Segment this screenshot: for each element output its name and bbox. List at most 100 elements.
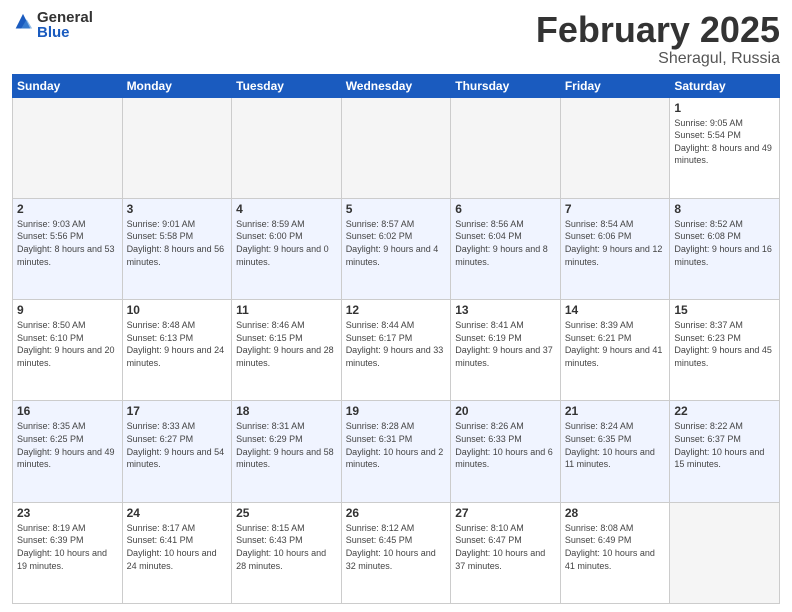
day-number: 25 bbox=[236, 506, 337, 520]
day-number: 13 bbox=[455, 303, 556, 317]
title-block: February 2025 Sheragul, Russia bbox=[536, 10, 780, 68]
col-saturday: Saturday bbox=[670, 74, 780, 97]
day-info: Sunrise: 8:22 AM Sunset: 6:37 PM Dayligh… bbox=[674, 420, 775, 470]
day-number: 16 bbox=[17, 404, 118, 418]
table-row: 24 Sunrise: 8:17 AM Sunset: 6:41 PM Dayli… bbox=[122, 502, 232, 603]
table-row: 1 Sunrise: 9:05 AM Sunset: 5:54 PM Daylig… bbox=[670, 97, 780, 198]
day-info: Sunrise: 8:15 AM Sunset: 6:43 PM Dayligh… bbox=[236, 522, 337, 572]
day-info: Sunrise: 9:01 AM Sunset: 5:58 PM Dayligh… bbox=[127, 218, 228, 268]
calendar-week-row: 23Sunrise: 8:19 AM Sunset: 6:39 PM Dayli… bbox=[13, 502, 780, 603]
day-info: Sunrise: 9:03 AM Sunset: 5:56 PM Dayligh… bbox=[17, 218, 118, 268]
logo-general-text: General bbox=[37, 10, 93, 25]
day-info: Sunrise: 8:28 AM Sunset: 6:31 PM Dayligh… bbox=[346, 420, 447, 470]
day-info: Sunrise: 8:24 AM Sunset: 6:35 PM Dayligh… bbox=[565, 420, 666, 470]
col-sunday: Sunday bbox=[13, 74, 123, 97]
day-number: 5 bbox=[346, 202, 447, 216]
day-number: 21 bbox=[565, 404, 666, 418]
day-info: Sunrise: 8:41 AM Sunset: 6:19 PM Dayligh… bbox=[455, 319, 556, 369]
day-number: 12 bbox=[346, 303, 447, 317]
day-info: Sunrise: 8:08 AM Sunset: 6:49 PM Dayligh… bbox=[565, 522, 666, 572]
table-row: 11Sunrise: 8:46 AM Sunset: 6:15 PM Dayli… bbox=[232, 300, 342, 401]
logo-blue-text: Blue bbox=[37, 25, 93, 40]
day-number: 6 bbox=[455, 202, 556, 216]
day-info: Sunrise: 8:48 AM Sunset: 6:13 PM Dayligh… bbox=[127, 319, 228, 369]
day-number: 20 bbox=[455, 404, 556, 418]
table-row: 28 Sunrise: 8:08 AM Sunset: 6:49 PM Dayli… bbox=[560, 502, 670, 603]
table-row: 3 Sunrise: 9:01 AM Sunset: 5:58 PM Daylig… bbox=[122, 198, 232, 299]
day-info: Sunrise: 8:44 AM Sunset: 6:17 PM Dayligh… bbox=[346, 319, 447, 369]
table-row: 23Sunrise: 8:19 AM Sunset: 6:39 PM Dayli… bbox=[13, 502, 123, 603]
day-number: 23 bbox=[17, 506, 118, 520]
table-row: 22 Sunrise: 8:22 AM Sunset: 6:37 PM Dayli… bbox=[670, 401, 780, 502]
table-row: 14 Sunrise: 8:39 AM Sunset: 6:21 PM Dayli… bbox=[560, 300, 670, 401]
day-info: Sunrise: 8:17 AM Sunset: 6:41 PM Dayligh… bbox=[127, 522, 228, 572]
table-row: 18 Sunrise: 8:31 AM Sunset: 6:29 PM Dayli… bbox=[232, 401, 342, 502]
day-number: 1 bbox=[674, 101, 775, 115]
logo-icon bbox=[12, 12, 34, 34]
day-number: 9 bbox=[17, 303, 118, 317]
calendar-header-row: Sunday Monday Tuesday Wednesday Thursday… bbox=[13, 74, 780, 97]
day-info: Sunrise: 8:59 AM Sunset: 6:00 PM Dayligh… bbox=[236, 218, 337, 268]
calendar-week-row: 1 Sunrise: 9:05 AM Sunset: 5:54 PM Daylig… bbox=[13, 97, 780, 198]
day-info: Sunrise: 9:05 AM Sunset: 5:54 PM Dayligh… bbox=[674, 117, 775, 167]
day-number: 10 bbox=[127, 303, 228, 317]
day-number: 22 bbox=[674, 404, 775, 418]
day-number: 18 bbox=[236, 404, 337, 418]
day-number: 15 bbox=[674, 303, 775, 317]
day-number: 24 bbox=[127, 506, 228, 520]
table-row: 2 Sunrise: 9:03 AM Sunset: 5:56 PM Daylig… bbox=[13, 198, 123, 299]
day-info: Sunrise: 8:31 AM Sunset: 6:29 PM Dayligh… bbox=[236, 420, 337, 470]
table-row: 25 Sunrise: 8:15 AM Sunset: 6:43 PM Dayli… bbox=[232, 502, 342, 603]
calendar-body: 1 Sunrise: 9:05 AM Sunset: 5:54 PM Daylig… bbox=[13, 97, 780, 603]
table-row: 4 Sunrise: 8:59 AM Sunset: 6:00 PM Daylig… bbox=[232, 198, 342, 299]
main-container: General Blue February 2025 Sheragul, Rus… bbox=[0, 0, 792, 612]
logo-text: General Blue bbox=[37, 10, 93, 40]
table-row bbox=[122, 97, 232, 198]
table-row: 10 Sunrise: 8:48 AM Sunset: 6:13 PM Dayli… bbox=[122, 300, 232, 401]
table-row bbox=[13, 97, 123, 198]
table-row: 5 Sunrise: 8:57 AM Sunset: 6:02 PM Daylig… bbox=[341, 198, 451, 299]
day-info: Sunrise: 8:56 AM Sunset: 6:04 PM Dayligh… bbox=[455, 218, 556, 268]
table-row bbox=[560, 97, 670, 198]
table-row: 7 Sunrise: 8:54 AM Sunset: 6:06 PM Daylig… bbox=[560, 198, 670, 299]
table-row bbox=[451, 97, 561, 198]
day-number: 14 bbox=[565, 303, 666, 317]
day-number: 26 bbox=[346, 506, 447, 520]
day-info: Sunrise: 8:54 AM Sunset: 6:06 PM Dayligh… bbox=[565, 218, 666, 268]
day-number: 19 bbox=[346, 404, 447, 418]
table-row bbox=[232, 97, 342, 198]
day-number: 8 bbox=[674, 202, 775, 216]
table-row: 9 Sunrise: 8:50 AM Sunset: 6:10 PM Daylig… bbox=[13, 300, 123, 401]
calendar-location: Sheragul, Russia bbox=[536, 50, 780, 68]
table-row bbox=[341, 97, 451, 198]
calendar-title: February 2025 bbox=[536, 10, 780, 50]
day-number: 7 bbox=[565, 202, 666, 216]
calendar-table: Sunday Monday Tuesday Wednesday Thursday… bbox=[12, 74, 780, 604]
table-row: 16 Sunrise: 8:35 AM Sunset: 6:25 PM Dayli… bbox=[13, 401, 123, 502]
logo: General Blue bbox=[12, 10, 93, 40]
table-row: 12 Sunrise: 8:44 AM Sunset: 6:17 PM Dayli… bbox=[341, 300, 451, 401]
day-info: Sunrise: 8:26 AM Sunset: 6:33 PM Dayligh… bbox=[455, 420, 556, 470]
table-row: 17Sunrise: 8:33 AM Sunset: 6:27 PM Dayli… bbox=[122, 401, 232, 502]
col-thursday: Thursday bbox=[451, 74, 561, 97]
day-info: Sunrise: 8:50 AM Sunset: 6:10 PM Dayligh… bbox=[17, 319, 118, 369]
day-number: 4 bbox=[236, 202, 337, 216]
header: General Blue February 2025 Sheragul, Rus… bbox=[12, 10, 780, 68]
day-number: 3 bbox=[127, 202, 228, 216]
calendar-week-row: 9 Sunrise: 8:50 AM Sunset: 6:10 PM Daylig… bbox=[13, 300, 780, 401]
day-info: Sunrise: 8:46 AM Sunset: 6:15 PM Dayligh… bbox=[236, 319, 337, 369]
day-number: 27 bbox=[455, 506, 556, 520]
day-info: Sunrise: 8:35 AM Sunset: 6:25 PM Dayligh… bbox=[17, 420, 118, 470]
day-info: Sunrise: 8:10 AM Sunset: 6:47 PM Dayligh… bbox=[455, 522, 556, 572]
col-friday: Friday bbox=[560, 74, 670, 97]
day-info: Sunrise: 8:57 AM Sunset: 6:02 PM Dayligh… bbox=[346, 218, 447, 268]
table-row: 27 Sunrise: 8:10 AM Sunset: 6:47 PM Dayli… bbox=[451, 502, 561, 603]
table-row: 15Sunrise: 8:37 AM Sunset: 6:23 PM Dayli… bbox=[670, 300, 780, 401]
table-row: 8Sunrise: 8:52 AM Sunset: 6:08 PM Daylig… bbox=[670, 198, 780, 299]
col-wednesday: Wednesday bbox=[341, 74, 451, 97]
day-number: 2 bbox=[17, 202, 118, 216]
table-row: 20 Sunrise: 8:26 AM Sunset: 6:33 PM Dayli… bbox=[451, 401, 561, 502]
table-row: 19 Sunrise: 8:28 AM Sunset: 6:31 PM Dayli… bbox=[341, 401, 451, 502]
day-info: Sunrise: 8:39 AM Sunset: 6:21 PM Dayligh… bbox=[565, 319, 666, 369]
day-number: 28 bbox=[565, 506, 666, 520]
